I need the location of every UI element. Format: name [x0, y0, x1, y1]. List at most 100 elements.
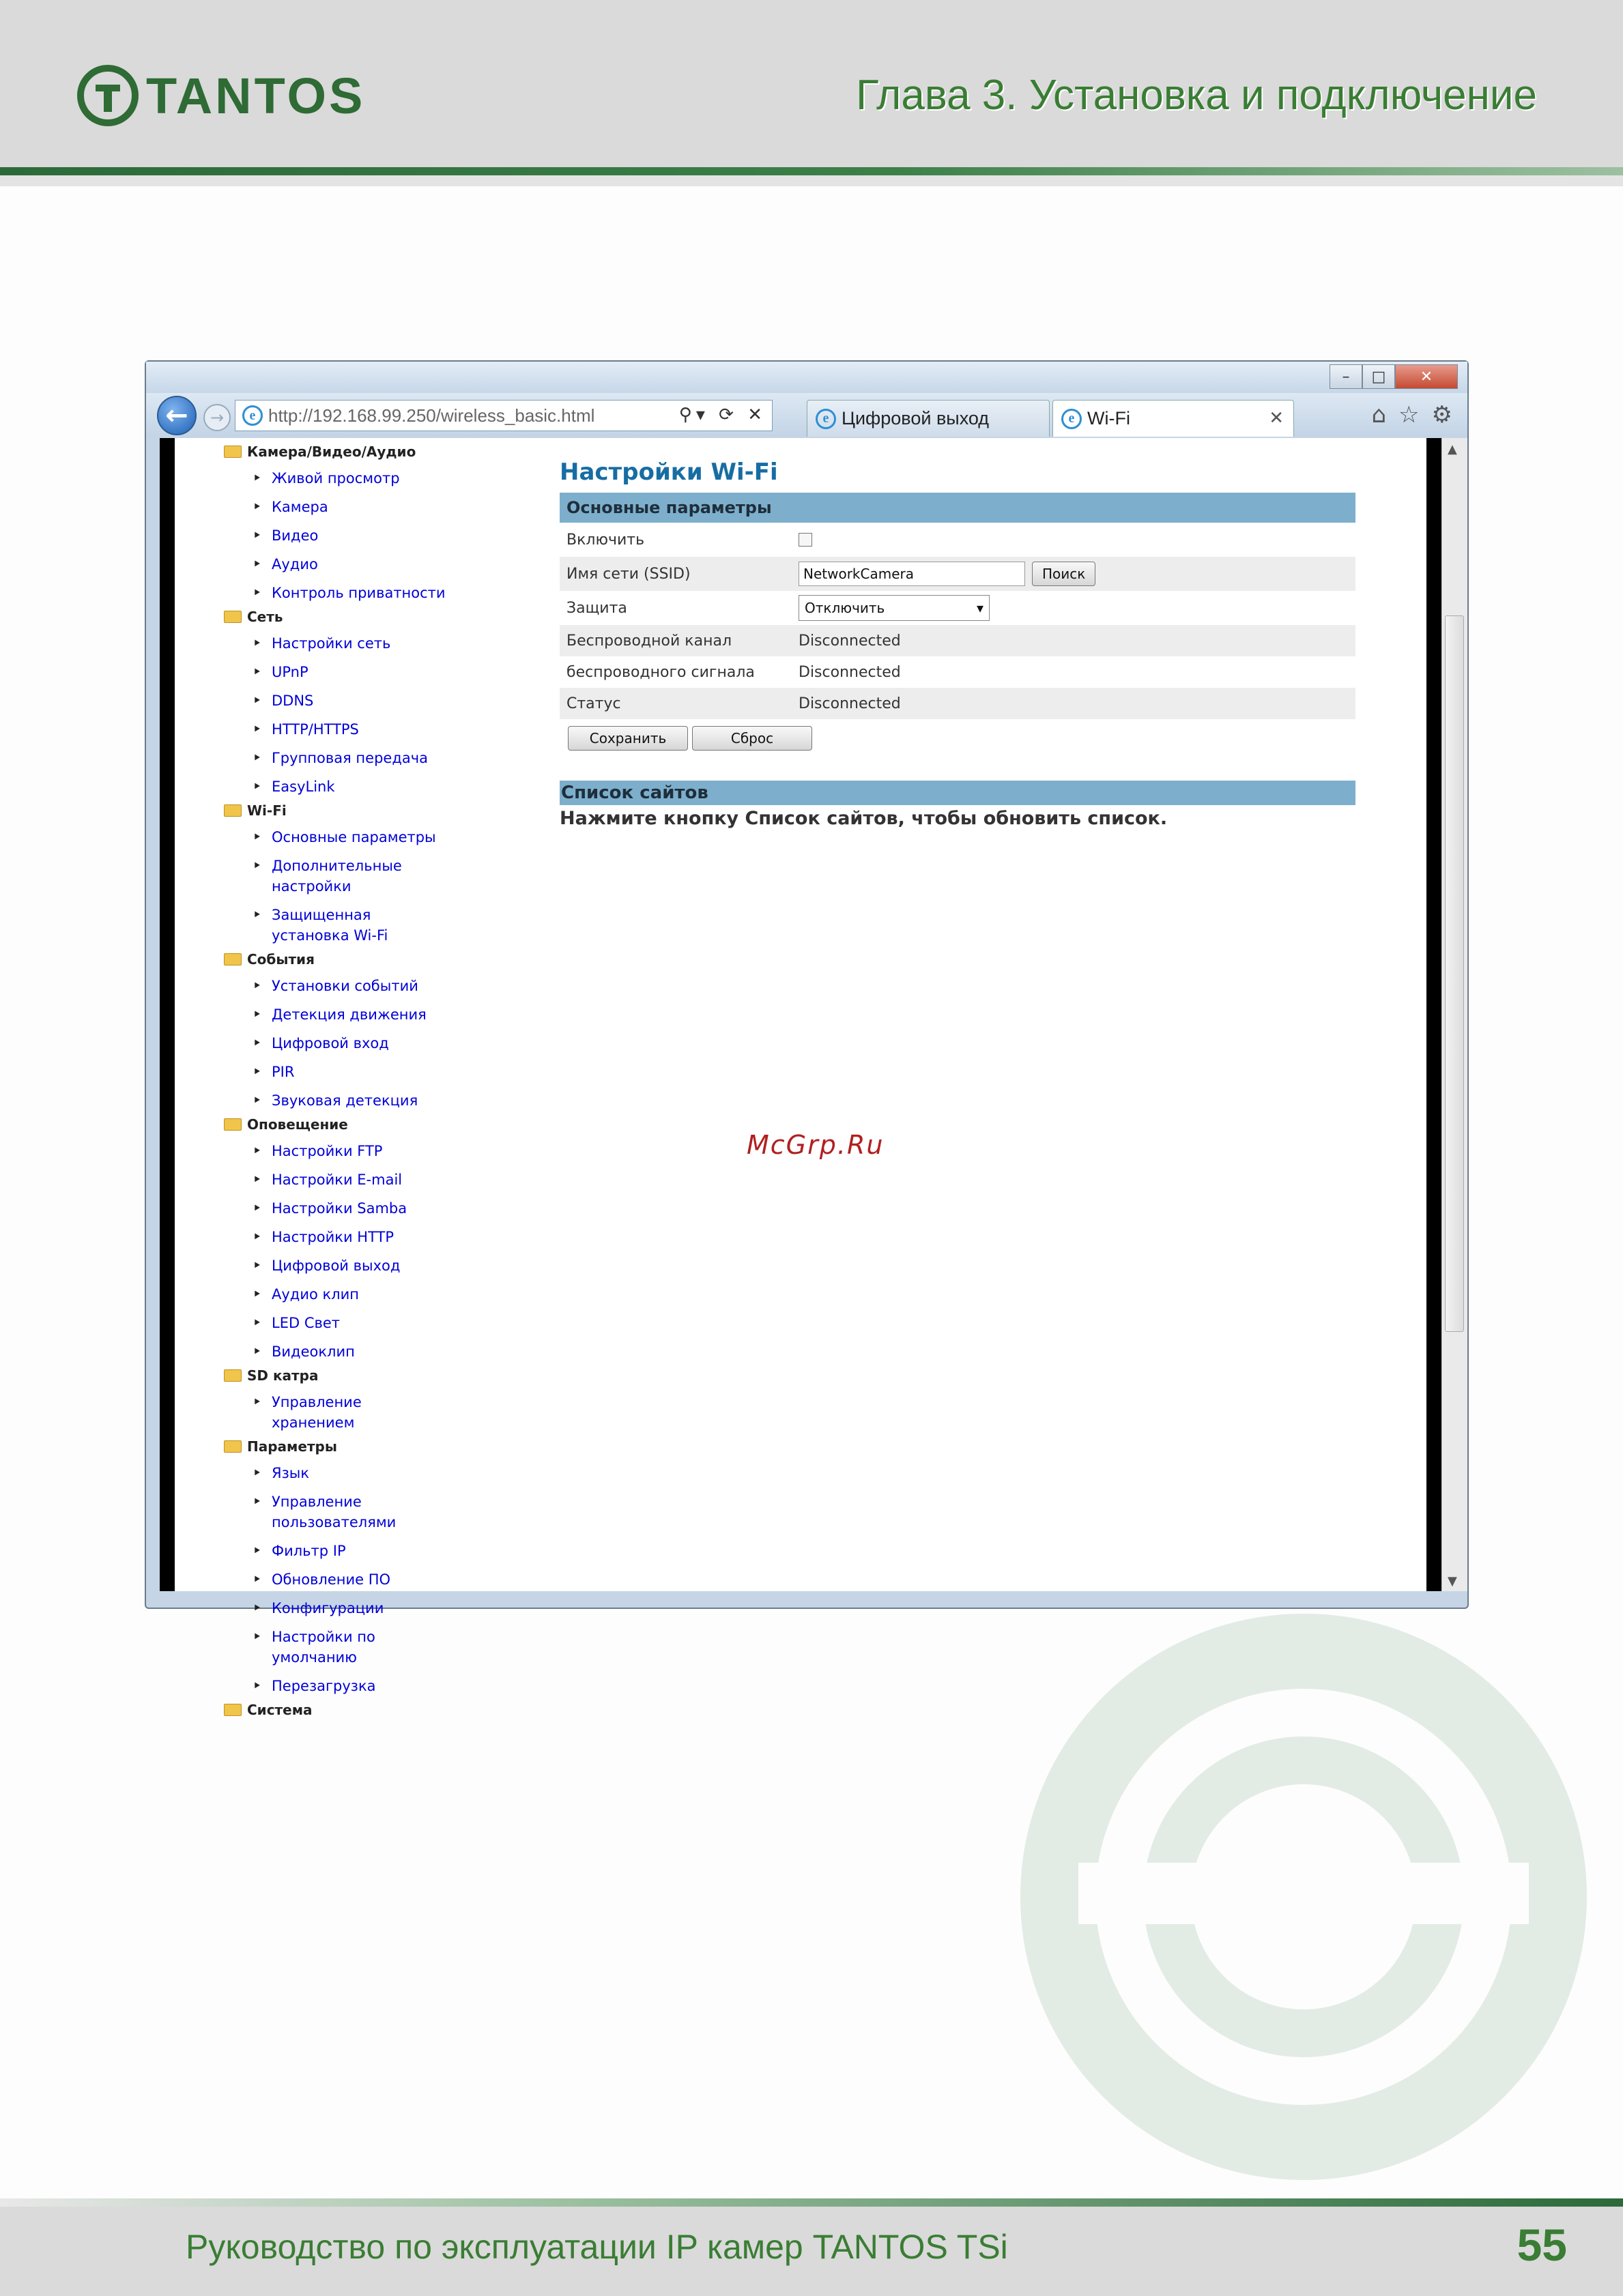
- sidebar-item-label[interactable]: Фильтр IP: [272, 1541, 346, 1561]
- enable-checkbox[interactable]: [799, 533, 812, 547]
- sidebar-item-label[interactable]: Основные параметры: [272, 827, 436, 847]
- sidebar-item-label[interactable]: Видео: [272, 525, 318, 546]
- sidebar-item-label[interactable]: Управление пользователями: [272, 1492, 396, 1532]
- sidebar-item[interactable]: ⯈ Настройки HTTP: [253, 1227, 538, 1247]
- sidebar-item[interactable]: ⯈ Видео: [253, 525, 538, 546]
- sidebar-item[interactable]: ⯈ Групповая передача: [253, 748, 538, 768]
- sidebar-item[interactable]: ⯈ EasyLink: [253, 776, 538, 797]
- sidebar-item[interactable]: ⯈ DDNS: [253, 691, 538, 711]
- sidebar-item-label[interactable]: Контроль приватности: [272, 583, 446, 603]
- sidebar-item-label[interactable]: Детекция движения: [272, 1004, 427, 1025]
- sidebar-item-label[interactable]: Настройки сеть: [272, 633, 390, 654]
- scroll-up-icon[interactable]: ▲: [1448, 442, 1457, 456]
- sidebar-item-label[interactable]: DDNS: [272, 691, 313, 711]
- sidebar-item-label[interactable]: PIR: [272, 1062, 294, 1082]
- close-button[interactable]: ✕: [1395, 364, 1458, 389]
- sidebar-category[interactable]: Оповещение: [224, 1116, 538, 1133]
- sidebar-item-label[interactable]: Видеоклип: [272, 1341, 355, 1362]
- security-select[interactable]: Отключить ▾: [799, 595, 990, 621]
- sidebar-category[interactable]: Камера/Видео/Аудио: [224, 444, 538, 460]
- sidebar-item[interactable]: ⯈ Аудио клип: [253, 1284, 538, 1305]
- close-tab-icon[interactable]: ✕: [1269, 407, 1284, 428]
- sidebar-item[interactable]: ⯈ HTTP/HTTPS: [253, 719, 538, 740]
- sidebar-item[interactable]: ⯈ Настройки по умолчанию: [253, 1627, 538, 1668]
- sidebar-item-label[interactable]: HTTP/HTTPS: [272, 719, 359, 740]
- forward-button[interactable]: →: [203, 404, 231, 431]
- sidebar-item-label[interactable]: Установки событий: [272, 976, 418, 996]
- scroll-down-icon[interactable]: ▼: [1448, 1574, 1457, 1588]
- favorites-star-icon[interactable]: ☆: [1398, 401, 1419, 428]
- sidebar-item[interactable]: ⯈ PIR: [253, 1062, 538, 1082]
- vertical-scrollbar[interactable]: ▲ ▼: [1441, 438, 1467, 1591]
- sidebar-item[interactable]: ⯈ Установки событий: [253, 976, 538, 996]
- reset-button[interactable]: Сброс: [692, 726, 812, 751]
- sidebar-item-label[interactable]: UPnP: [272, 662, 308, 682]
- sidebar-item-label[interactable]: Цифровой вход: [272, 1033, 389, 1053]
- sidebar-item[interactable]: ⯈ Звуковая детекция: [253, 1090, 538, 1111]
- sidebar-item-label[interactable]: Аудио клип: [272, 1284, 359, 1305]
- sidebar-category[interactable]: События: [224, 951, 538, 968]
- address-url[interactable]: http://192.168.99.250/wireless_basic.htm…: [268, 405, 594, 426]
- sidebar-item-label[interactable]: Защищенная установка Wi-Fi: [272, 905, 388, 946]
- sidebar-item[interactable]: ⯈ Фильтр IP: [253, 1541, 538, 1561]
- sidebar-item[interactable]: ⯈ Перезагрузка: [253, 1676, 538, 1696]
- tab-digital-output[interactable]: e Цифровой выход: [807, 400, 1050, 437]
- sidebar-item[interactable]: ⯈ Настройки сеть: [253, 633, 538, 654]
- sidebar-item[interactable]: ⯈ Язык: [253, 1463, 538, 1483]
- sidebar-item[interactable]: ⯈ Обновление ПО: [253, 1569, 538, 1590]
- sidebar-item[interactable]: ⯈ Камера: [253, 497, 538, 517]
- address-bar[interactable]: e http://192.168.99.250/wireless_basic.h…: [235, 400, 773, 431]
- ssid-input[interactable]: NetworkCamera: [799, 562, 1025, 586]
- sidebar-item-label[interactable]: Камера: [272, 497, 328, 517]
- sidebar-item[interactable]: ⯈ LED Свет: [253, 1313, 538, 1333]
- sidebar-item-label[interactable]: Живой просмотр: [272, 468, 400, 489]
- sidebar-item-label[interactable]: EasyLink: [272, 776, 335, 797]
- sidebar-category[interactable]: Система: [224, 1702, 538, 1718]
- sidebar-item-label[interactable]: Настройки по умолчанию: [272, 1627, 375, 1668]
- sidebar-item[interactable]: ⯈ Контроль приватности: [253, 583, 538, 603]
- sidebar-category[interactable]: Сеть: [224, 609, 538, 625]
- search-button[interactable]: Поиск: [1032, 562, 1096, 586]
- sidebar-item-label[interactable]: LED Свет: [272, 1313, 340, 1333]
- minimize-button[interactable]: –: [1330, 364, 1362, 389]
- scrollbar-thumb[interactable]: [1445, 615, 1464, 1332]
- sidebar-item-label[interactable]: Групповая передача: [272, 748, 428, 768]
- sidebar-item-label[interactable]: Настройки E-mail: [272, 1169, 402, 1190]
- sidebar-item-label[interactable]: Настройки HTTP: [272, 1227, 394, 1247]
- gear-icon[interactable]: ⚙: [1432, 401, 1452, 428]
- sidebar-item[interactable]: ⯈ Управление хранением: [253, 1392, 538, 1433]
- sidebar-item[interactable]: ⯈ Защищенная установка Wi-Fi: [253, 905, 538, 946]
- sidebar-item-label[interactable]: Звуковая детекция: [272, 1090, 418, 1111]
- tab-wifi[interactable]: e Wi-Fi ✕: [1052, 400, 1294, 437]
- sidebar-item-label[interactable]: Обновление ПО: [272, 1569, 390, 1590]
- home-icon[interactable]: ⌂: [1371, 401, 1386, 428]
- sidebar-item[interactable]: ⯈ Конфигурации: [253, 1598, 538, 1618]
- sidebar-item[interactable]: ⯈ Дополнительные настройки: [253, 856, 538, 897]
- sidebar-category[interactable]: Параметры: [224, 1438, 538, 1455]
- back-button[interactable]: ←: [157, 396, 197, 435]
- sidebar-item[interactable]: ⯈ Видеоклип: [253, 1341, 538, 1362]
- sidebar-item-label[interactable]: Язык: [272, 1463, 309, 1483]
- sidebar-item[interactable]: ⯈ Живой просмотр: [253, 468, 538, 489]
- sidebar-category[interactable]: SD катра: [224, 1367, 538, 1384]
- sidebar-item-label[interactable]: Конфигурации: [272, 1598, 384, 1618]
- sidebar-item[interactable]: ⯈ Аудио: [253, 554, 538, 575]
- maximize-button[interactable]: □: [1362, 364, 1395, 389]
- sidebar-item-label[interactable]: Управление хранением: [272, 1392, 362, 1433]
- sidebar-item[interactable]: ⯈ Основные параметры: [253, 827, 538, 847]
- sidebar-item[interactable]: ⯈ UPnP: [253, 662, 538, 682]
- sidebar-item[interactable]: ⯈ Настройки FTP: [253, 1141, 538, 1161]
- sidebar-item-label[interactable]: Перезагрузка: [272, 1676, 376, 1696]
- sidebar-item-label[interactable]: Настройки Samba: [272, 1198, 407, 1219]
- sidebar-item[interactable]: ⯈ Настройки Samba: [253, 1198, 538, 1219]
- sidebar-item[interactable]: ⯈ Цифровой выход: [253, 1255, 538, 1276]
- sidebar-item[interactable]: ⯈ Детекция движения: [253, 1004, 538, 1025]
- save-button[interactable]: Сохранить: [568, 726, 688, 751]
- sidebar-item[interactable]: ⯈ Цифровой вход: [253, 1033, 538, 1053]
- sidebar-item-label[interactable]: Дополнительные настройки: [272, 856, 402, 897]
- sidebar-item[interactable]: ⯈ Управление пользователями: [253, 1492, 538, 1532]
- sidebar-item-label[interactable]: Настройки FTP: [272, 1141, 382, 1161]
- sidebar-item[interactable]: ⯈ Настройки E-mail: [253, 1169, 538, 1190]
- sidebar-item-label[interactable]: Цифровой выход: [272, 1255, 400, 1276]
- sidebar-item-label[interactable]: Аудио: [272, 554, 318, 575]
